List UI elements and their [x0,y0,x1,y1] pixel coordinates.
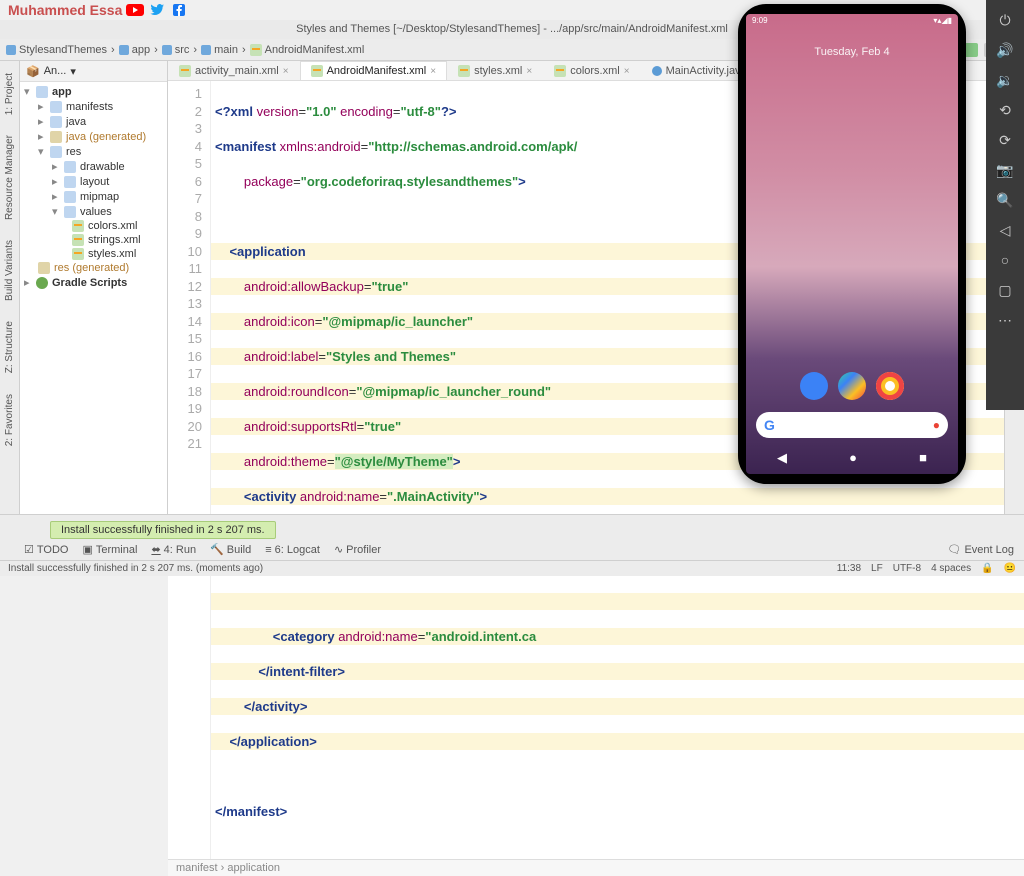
project-panel: 📦 An... ▾ ▾app ▸manifests ▸java ▸java (g… [20,61,168,515]
tab-terminal[interactable]: ▣ Terminal [82,543,137,556]
messages-app-icon[interactable] [800,372,828,400]
tree-values[interactable]: ▾values [20,204,167,219]
tab-profiler[interactable]: ∿ Profiler [334,543,381,556]
bottom-tool-tabs: ☑ TODO ▣ Terminal ⬌ 4: Run 🔨 Build ≡ 6: … [24,543,381,556]
event-log-button[interactable]: 🗨 Event Log [947,543,1014,556]
nav-home-icon[interactable]: ● [849,450,857,466]
debug-button[interactable] [964,43,978,57]
volume-down-icon[interactable]: 🔉 [995,70,1015,90]
rail-resource-mgr[interactable]: Resource Manager [4,135,15,220]
overview-icon[interactable]: ▢ [995,280,1015,300]
volume-up-icon[interactable]: 🔊 [995,40,1015,60]
rotate-right-icon[interactable]: ⟳ [995,130,1015,150]
tree-styles-xml[interactable]: styles.xml [20,247,167,261]
tree-app[interactable]: ▾app [20,84,167,99]
tab-styles[interactable]: styles.xml× [447,61,543,80]
tab-build[interactable]: 🔨 Build [210,543,251,556]
tree-gradle[interactable]: ▸Gradle Scripts [20,275,167,290]
nav-back-icon[interactable]: ◀ [777,450,787,466]
editor-breadcrumbs[interactable]: manifest › application [168,859,1024,876]
left-tool-rail: 1: Project Resource Manager Build Varian… [0,61,20,515]
tab-todo[interactable]: ☑ TODO [24,543,68,556]
back-icon[interactable]: ◁ [995,220,1015,240]
power-icon[interactable]: ⏻ [995,10,1015,30]
rail-structure[interactable]: Z: Structure [4,321,15,373]
crumb-project[interactable]: StylesandThemes [6,44,107,56]
status-line-sep[interactable]: LF [871,563,883,574]
status-lock-icon[interactable]: 🔒 [981,563,993,574]
tab-colors[interactable]: colors.xml× [543,61,640,80]
tree-mipmap[interactable]: ▸mipmap [20,189,167,204]
facebook-icon [170,3,188,17]
twitter-icon [148,3,166,17]
tree-java-gen[interactable]: ▸java (generated) [20,129,167,144]
tree-manifests[interactable]: ▸manifests [20,99,167,114]
status-bar: Install successfully finished in 2 s 207… [0,560,1024,576]
mic-icon[interactable]: ● [933,418,940,432]
tree-java[interactable]: ▸java [20,114,167,129]
home-icon[interactable]: ○ [995,250,1015,270]
tree-res[interactable]: ▾res [20,144,167,159]
rail-favorites[interactable]: 2: Favorites [4,394,15,446]
emulator-nav-bar: ◀ ● ■ [746,450,958,466]
status-time: 11:38 [837,563,861,574]
emulator-date: Tuesday, Feb 4 [746,46,958,58]
tab-manifest[interactable]: AndroidManifest.xml× [300,61,448,80]
emulator-window[interactable]: 9:09▾▴◢▮ Tuesday, Feb 4 G ● ◀ ● ■ [738,4,966,484]
project-tree: ▾app ▸manifests ▸java ▸java (generated) … [20,82,167,515]
tree-drawable[interactable]: ▸drawable [20,159,167,174]
emulator-dock [746,372,958,400]
play-store-icon[interactable] [838,372,866,400]
tab-activity-main[interactable]: activity_main.xml× [168,61,300,80]
project-header[interactable]: 📦 An... ▾ [20,61,167,82]
zoom-icon[interactable]: 🔍 [995,190,1015,210]
status-encoding[interactable]: UTF-8 [893,563,921,574]
crumb-file[interactable]: AndroidManifest.xml [250,44,365,56]
rail-build-variants[interactable]: Build Variants [4,240,15,301]
tree-colors-xml[interactable]: colors.xml [20,219,167,233]
rotate-left-icon[interactable]: ⟲ [995,100,1015,120]
nav-breadcrumbs: StylesandThemes› app› src› main› Android… [6,44,736,56]
crumb-app[interactable]: app [119,44,150,56]
tab-logcat[interactable]: ≡ 6: Logcat [265,543,320,556]
more-icon[interactable]: ⋯ [995,310,1015,330]
install-notification[interactable]: Install successfully finished in 2 s 207… [50,521,276,539]
emulator-screen[interactable]: 9:09▾▴◢▮ Tuesday, Feb 4 G ● ◀ ● ■ [746,14,958,474]
rail-project[interactable]: 1: Project [4,73,15,115]
status-message: Install successfully finished in 2 s 207… [8,563,263,574]
emulator-status-bar: 9:09▾▴◢▮ [746,14,958,30]
nav-recent-icon[interactable]: ■ [919,450,927,466]
status-mem-icon[interactable]: 😐 [1004,563,1016,574]
channel-name: Muhammed Essa [8,2,122,18]
tree-layout[interactable]: ▸layout [20,174,167,189]
tree-strings-xml[interactable]: strings.xml [20,233,167,247]
crumb-main[interactable]: main [201,44,238,56]
line-gutter: 123456789101112131415161718192021 [168,81,211,859]
emulator-search-bar[interactable]: G ● [756,412,948,438]
tab-run[interactable]: ⬌ 4: Run [151,543,196,556]
bottom-panel: Install successfully finished in 2 s 207… [0,514,1024,560]
google-g-icon: G [764,417,775,433]
crumb-src[interactable]: src [162,44,190,56]
tree-res-gen[interactable]: res (generated) [20,261,167,275]
camera-icon[interactable]: 📷 [995,160,1015,180]
chrome-icon[interactable] [876,372,904,400]
youtube-icon [126,3,144,17]
status-indent[interactable]: 4 spaces [931,563,971,574]
emulator-sidebar: ⏻ 🔊 🔉 ⟲ ⟳ 📷 🔍 ◁ ○ ▢ ⋯ [986,0,1024,410]
